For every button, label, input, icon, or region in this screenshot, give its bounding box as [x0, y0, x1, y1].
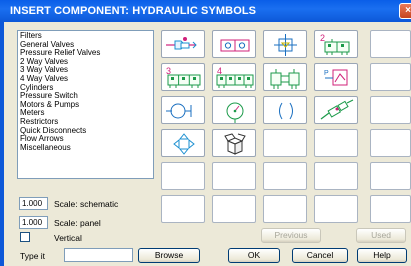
browse-button[interactable]: Browse [138, 248, 200, 263]
check-valve-box-icon [274, 34, 297, 56]
symbol-tile-16[interactable] [161, 129, 205, 157]
svg-text:P: P [324, 70, 329, 77]
symbol-tile-12[interactable] [212, 96, 256, 124]
symbol-tile-10[interactable] [370, 63, 411, 91]
symbol-tile-2[interactable] [212, 30, 256, 58]
category-list[interactable]: Filters General Valves Pressure Relief V… [17, 30, 154, 179]
symbol-tile-1[interactable] [161, 30, 205, 58]
ok-button[interactable]: OK [228, 248, 280, 263]
previous-button[interactable]: Previous [261, 228, 321, 243]
valve-count-label: 2 [320, 33, 325, 43]
symbol-tile-28[interactable] [263, 195, 307, 223]
symbol-tile-14[interactable] [314, 96, 358, 124]
symbol-tile-27[interactable] [212, 195, 256, 223]
used-button[interactable]: Used [356, 228, 406, 243]
vertical-label: Vertical [54, 233, 82, 243]
panel-scale-input[interactable]: 1.000 [19, 216, 48, 229]
close-button[interactable]: × [399, 3, 411, 19]
two-position-valve-icon: 2 [320, 33, 350, 55]
symbol-tile-23[interactable] [263, 162, 307, 190]
symbol-tile-5[interactable] [370, 30, 411, 58]
quick-disconnect-icon [320, 99, 354, 120]
symbol-tile-4[interactable]: 2 [314, 30, 358, 58]
symbol-tile-11[interactable] [161, 96, 205, 124]
symbol-tile-6[interactable]: 3 [161, 63, 205, 91]
symbol-tile-21[interactable] [161, 162, 205, 190]
symbol-tile-8[interactable] [263, 63, 307, 91]
two-way-valve-icon [220, 39, 250, 52]
cylinder-assembly-icon [270, 69, 300, 89]
symbol-tile-18[interactable] [263, 129, 307, 157]
window-title: INSERT COMPONENT: HYDRAULIC SYMBOLS [10, 5, 257, 17]
symbol-tile-25[interactable] [370, 162, 411, 190]
help-button[interactable]: Help [357, 248, 407, 263]
symbol-tile-22[interactable] [212, 162, 256, 190]
restrictor-icon [279, 102, 293, 120]
filter-valve-icon [166, 37, 197, 50]
typeit-input[interactable] [64, 248, 133, 262]
symbol-tile-24[interactable] [314, 162, 358, 190]
symbol-tile-29[interactable] [314, 195, 358, 223]
symbol-tile-7[interactable]: 4 [212, 63, 256, 91]
cancel-button[interactable]: Cancel [292, 248, 348, 263]
symbol-tile-17[interactable] [212, 129, 256, 157]
vertical-checkbox[interactable] [20, 232, 30, 242]
schematic-scale-label: Scale: schematic [54, 199, 119, 209]
symbol-tile-26[interactable] [161, 195, 205, 223]
symbol-tile-15[interactable] [370, 96, 411, 124]
category-miscellaneous[interactable]: Miscellaneous [20, 143, 151, 153]
gauge-icon [226, 102, 244, 123]
symbol-tile-19[interactable] [314, 129, 358, 157]
symbol-tile-13[interactable] [263, 96, 307, 124]
close-icon: × [405, 5, 411, 16]
symbol-tile-3[interactable] [263, 30, 307, 58]
cylinder-icon [166, 103, 192, 119]
box-icon [224, 133, 246, 155]
schematic-scale-input[interactable]: 1.000 [19, 197, 48, 210]
flow-arrows-icon [173, 133, 195, 155]
symbol-tile-20[interactable] [370, 129, 411, 157]
title-bar[interactable]: INSERT COMPONENT: HYDRAULIC SYMBOLS [0, 0, 411, 22]
typeit-label: Type it [20, 251, 46, 261]
symbol-tile-30[interactable] [370, 195, 411, 223]
four-way-valve-icon: 4 [216, 66, 254, 88]
pressure-switch-icon: P [324, 69, 348, 86]
symbol-tile-9[interactable]: P [314, 63, 358, 91]
panel-scale-label: Scale: panel [54, 218, 101, 228]
three-position-valve-icon: 3 [166, 66, 201, 88]
